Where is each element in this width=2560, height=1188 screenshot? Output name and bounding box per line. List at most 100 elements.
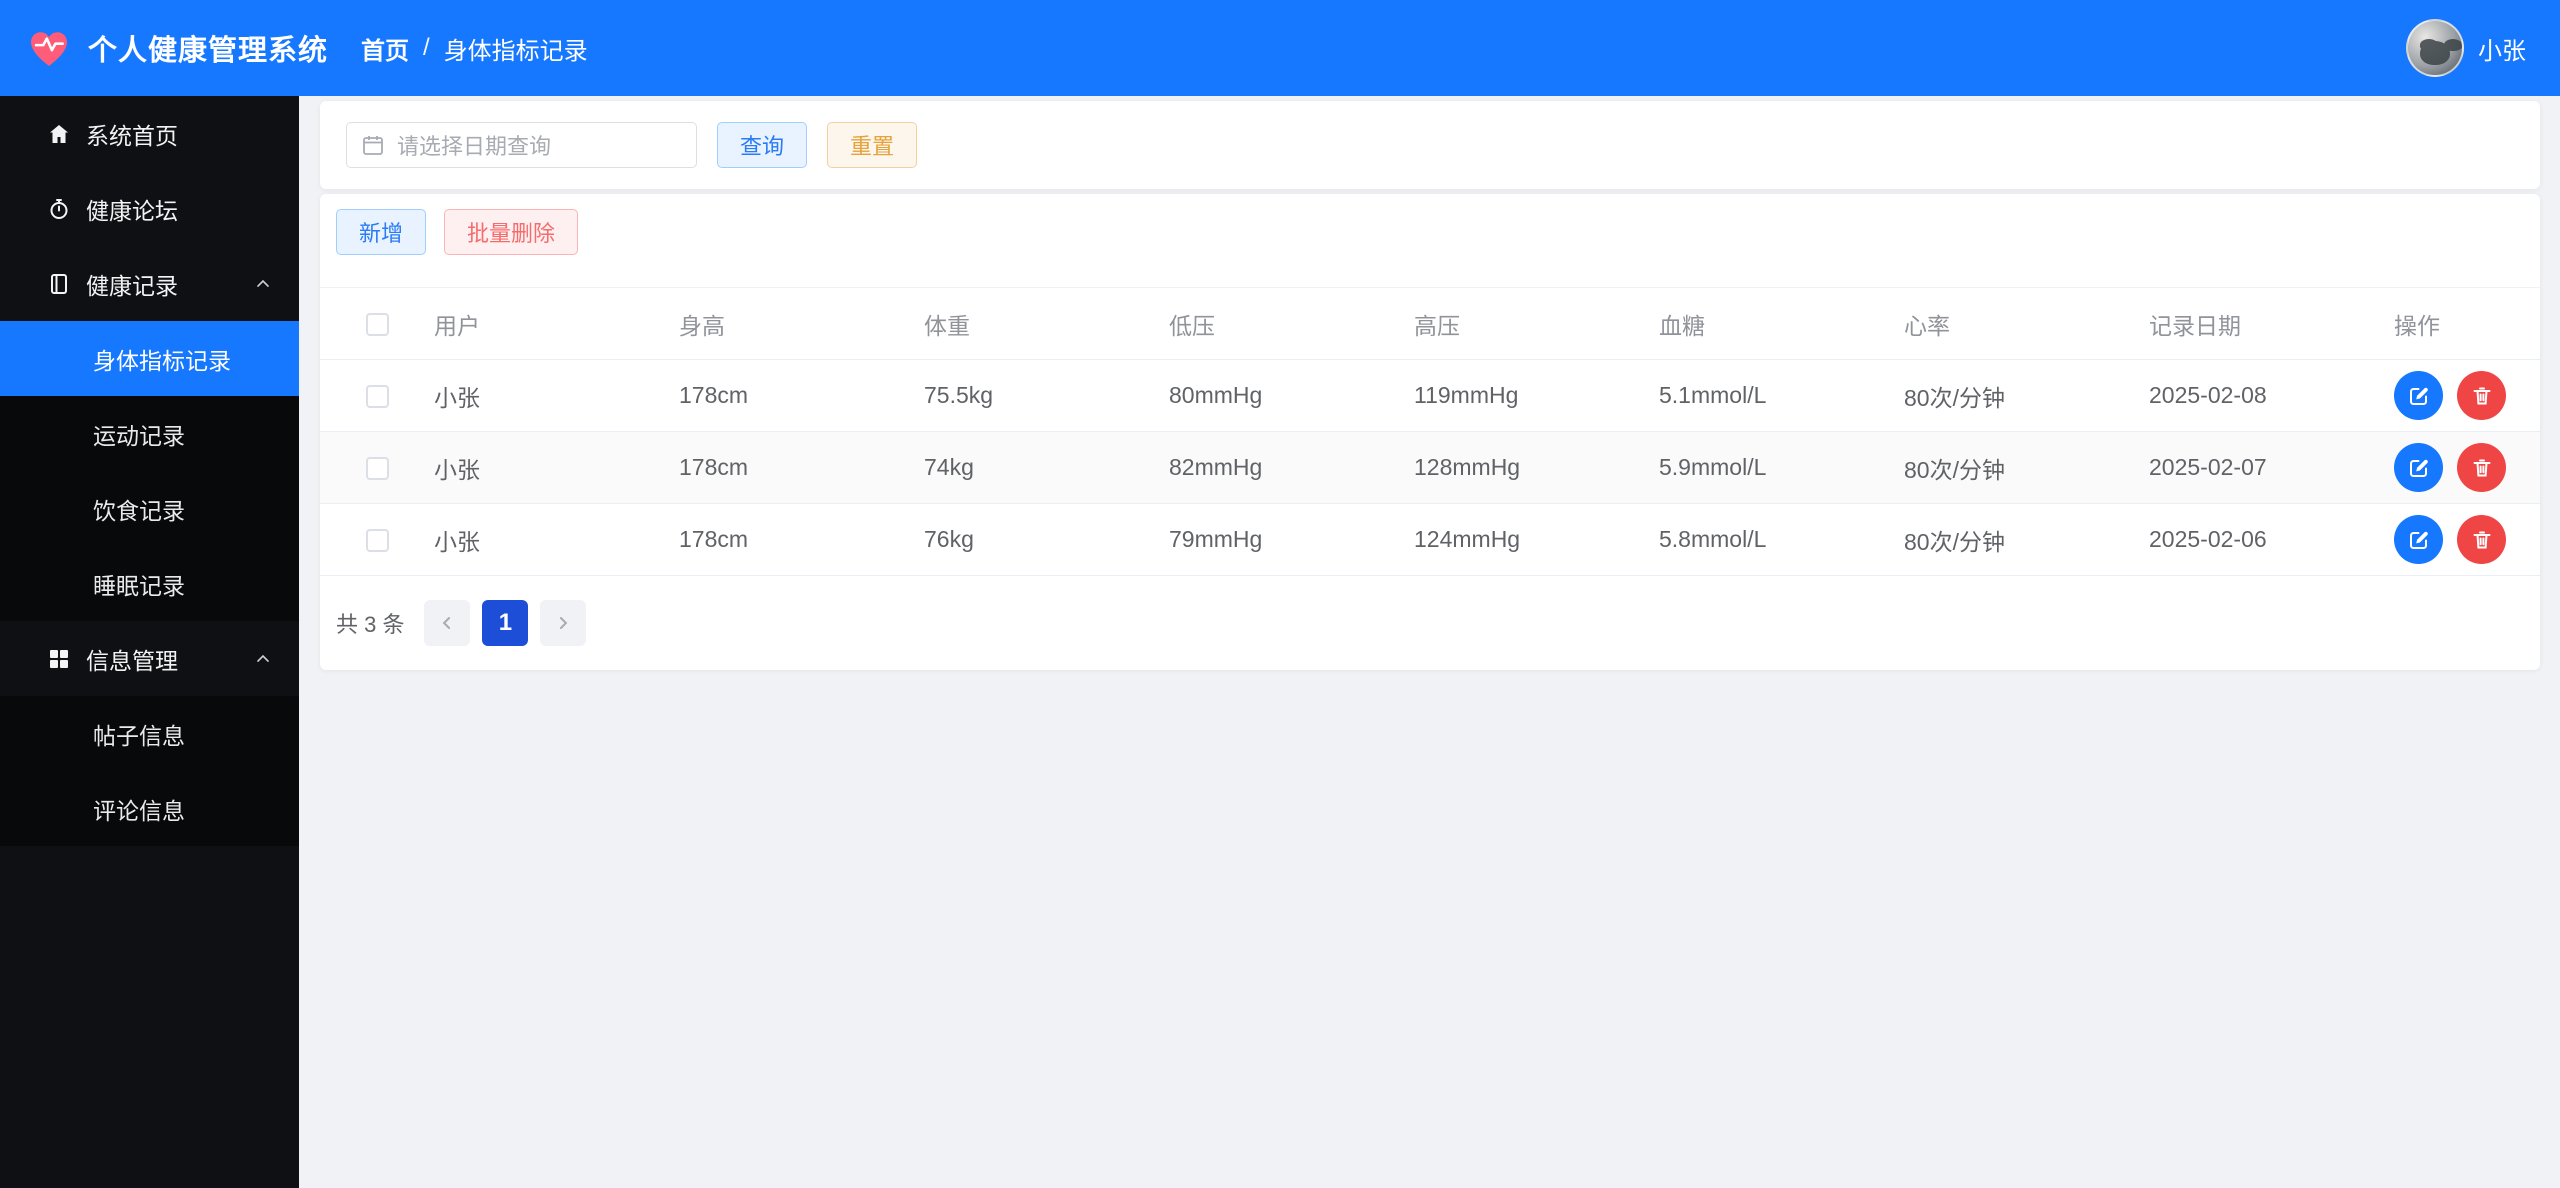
chevron-up-icon — [253, 274, 273, 294]
table-cell: 74kg — [924, 431, 1169, 504]
sidebar-group-label: 健康记录 — [86, 272, 178, 299]
sidebar-group-health-records[interactable]: 健康记录 — [0, 246, 299, 321]
delete-button[interactable] — [2457, 443, 2506, 492]
table-row: 小张 178cm 74kg 82mmHg 128mmHg 5.9mmol/L 80次/分钟 2… — [320, 431, 2540, 504]
table-cell: 75.5kg — [924, 359, 1169, 432]
sidebar-group-label: 信息管理 — [86, 647, 178, 674]
column-header-heart-rate: 心率 — [1904, 287, 2149, 360]
table-cell: 119mmHg — [1414, 359, 1659, 432]
row-select-cell — [320, 431, 434, 504]
table-cell: 178cm — [679, 359, 924, 432]
pagination: 共 3 条 1 — [320, 576, 2540, 670]
row-checkbox[interactable] — [365, 457, 389, 481]
column-header-weight: 体重 — [924, 287, 1169, 360]
table-cell: 小张 — [434, 359, 679, 432]
sidebar-item-home[interactable]: 系统首页 — [0, 96, 299, 171]
user-avatar[interactable] — [2406, 19, 2464, 77]
sidebar-item-label: 帖子信息 — [93, 722, 185, 749]
row-checkbox[interactable] — [365, 529, 389, 553]
breadcrumb-current: 身体指标记录 — [443, 37, 588, 65]
chevron-right-icon — [560, 617, 568, 629]
sidebar-item-label: 健康论坛 — [86, 197, 178, 224]
main-content: 请选择日期查询 查询 重置 新增 批量删除 用户 身高 体重 低压 高压 血糖 … — [320, 101, 2540, 670]
header-user-area: 小张 — [2406, 19, 2560, 77]
stopwatch-icon — [46, 196, 72, 222]
row-select-cell — [320, 503, 434, 576]
table-cell: 2025-02-08 — [2149, 359, 2394, 432]
pagination-prev-button[interactable] — [424, 600, 471, 646]
chevron-left-icon — [443, 617, 451, 629]
table-cell: 5.1mmol/L — [1659, 359, 1904, 432]
table-cell: 82mmHg — [1169, 431, 1414, 504]
edit-button[interactable] — [2394, 371, 2443, 420]
user-name: 小张 — [2478, 37, 2526, 65]
table-cell: 小张 — [434, 431, 679, 504]
table-cell: 76kg — [924, 503, 1169, 576]
table-body: 小张 178cm 75.5kg 80mmHg 119mmHg 5.1mmol/L 80次/分… — [320, 359, 2540, 576]
table-cell: 80次/分钟 — [1904, 359, 2149, 432]
sidebar-item-sleep-records[interactable]: 睡眠记录 — [0, 546, 299, 621]
table-cell: 80次/分钟 — [1904, 431, 2149, 504]
column-header-user: 用户 — [434, 287, 679, 360]
table-cell: 128mmHg — [1414, 431, 1659, 504]
calendar-icon — [363, 136, 383, 155]
sidebar-item-exercise-records[interactable]: 运动记录 — [0, 396, 299, 471]
table-cell: 178cm — [679, 503, 924, 576]
row-checkbox[interactable] — [365, 385, 389, 409]
column-header-high-pressure: 高压 — [1414, 287, 1659, 360]
sidebar-item-post-info[interactable]: 帖子信息 — [0, 696, 299, 771]
date-placeholder: 请选择日期查询 — [397, 134, 552, 159]
info-management-submenu: 帖子信息 评论信息 — [0, 696, 299, 846]
table-cell: 80次/分钟 — [1904, 503, 2149, 576]
sidebar-item-label: 身体指标记录 — [93, 347, 231, 374]
grid-icon — [46, 646, 72, 672]
pagination-next-button[interactable] — [540, 600, 587, 646]
reset-button[interactable]: 重置 — [827, 122, 918, 168]
batch-delete-button[interactable]: 批量删除 — [444, 209, 579, 255]
add-button[interactable]: 新增 — [336, 209, 427, 255]
table-header-row: 用户 身高 体重 低压 高压 血糖 心率 记录日期 操作 — [320, 287, 2540, 360]
breadcrumb-separator: / — [423, 34, 430, 61]
app-title: 个人健康管理系统 — [88, 35, 329, 67]
table-cell: 5.9mmol/L — [1659, 431, 1904, 504]
app-header: 个人健康管理系统 首页 / 身体指标记录 小张 — [0, 0, 2560, 96]
column-header-low-pressure: 低压 — [1169, 287, 1414, 360]
table-row: 小张 178cm 75.5kg 80mmHg 119mmHg 5.1mmol/L 80次/分… — [320, 359, 2540, 432]
table-row: 小张 178cm 76kg 79mmHg 124mmHg 5.8mmol/L 80次/分钟 2… — [320, 503, 2540, 576]
query-button[interactable]: 查询 — [717, 122, 808, 168]
table-cell: 80mmHg — [1169, 359, 1414, 432]
date-picker-input[interactable]: 请选择日期查询 — [346, 122, 697, 168]
sidebar-item-label: 运动记录 — [93, 422, 185, 449]
sidebar-item-label: 饮食记录 — [93, 497, 185, 524]
table-cell: 79mmHg — [1169, 503, 1414, 576]
table-toolbar: 新增 批量删除 — [320, 194, 2540, 287]
table-card: 新增 批量删除 用户 身高 体重 低压 高压 血糖 心率 记录日期 操作 小张 … — [320, 194, 2540, 670]
column-header-actions: 操作 — [2394, 287, 2540, 360]
pagination-page-1[interactable]: 1 — [482, 600, 529, 646]
chevron-up-icon — [253, 649, 273, 669]
sidebar-item-body-metrics[interactable]: 身体指标记录 — [0, 321, 299, 396]
notebook-icon — [46, 271, 72, 297]
row-actions-cell — [2394, 359, 2540, 432]
edit-button[interactable] — [2394, 515, 2443, 564]
select-all-cell — [320, 287, 434, 360]
edit-button[interactable] — [2394, 443, 2443, 492]
column-header-blood-sugar: 血糖 — [1659, 287, 1904, 360]
column-header-height: 身高 — [679, 287, 924, 360]
select-all-checkbox[interactable] — [365, 313, 389, 337]
delete-button[interactable] — [2457, 515, 2506, 564]
sidebar-group-info-management[interactable]: 信息管理 — [0, 621, 299, 696]
app-logo: 个人健康管理系统 — [0, 25, 328, 71]
sidebar-item-diet-records[interactable]: 饮食记录 — [0, 471, 299, 546]
sidebar-item-forum[interactable]: 健康论坛 — [0, 171, 299, 246]
delete-button[interactable] — [2457, 371, 2506, 420]
breadcrumb-home[interactable]: 首页 — [361, 31, 409, 66]
records-table: 用户 身高 体重 低压 高压 血糖 心率 记录日期 操作 小张 178cm 75.5… — [320, 287, 2540, 576]
column-header-record-date: 记录日期 — [2149, 287, 2394, 360]
row-actions-cell — [2394, 431, 2540, 504]
sidebar-item-label: 评论信息 — [93, 797, 185, 824]
table-cell: 小张 — [434, 503, 679, 576]
sidebar-item-comment-info[interactable]: 评论信息 — [0, 771, 299, 846]
health-records-submenu: 身体指标记录 运动记录 饮食记录 睡眠记录 — [0, 321, 299, 621]
sidebar: 系统首页 健康论坛 健康记录 身体指标记录 运动记录 饮食记录 睡眠记录 信息管… — [0, 96, 299, 1188]
